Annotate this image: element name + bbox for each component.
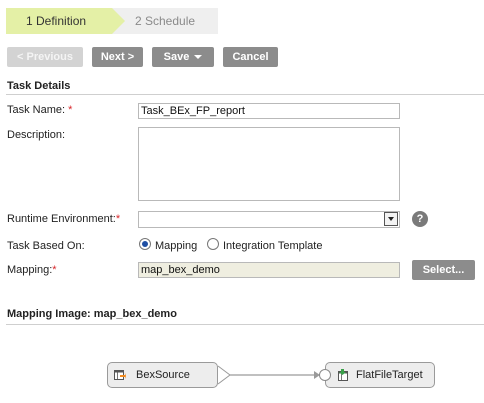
mapping-node-flatfiletarget[interactable]: FlatFileTarget xyxy=(319,362,435,388)
input-port-icon xyxy=(319,369,331,381)
target-icon xyxy=(338,369,348,381)
target-node-label: FlatFileTarget xyxy=(356,369,423,381)
source-icon xyxy=(114,370,126,380)
source-node-label: BexSource xyxy=(136,369,190,381)
mapping-connector xyxy=(217,365,320,385)
mapping-node-bexsource[interactable]: BexSource xyxy=(107,362,218,388)
